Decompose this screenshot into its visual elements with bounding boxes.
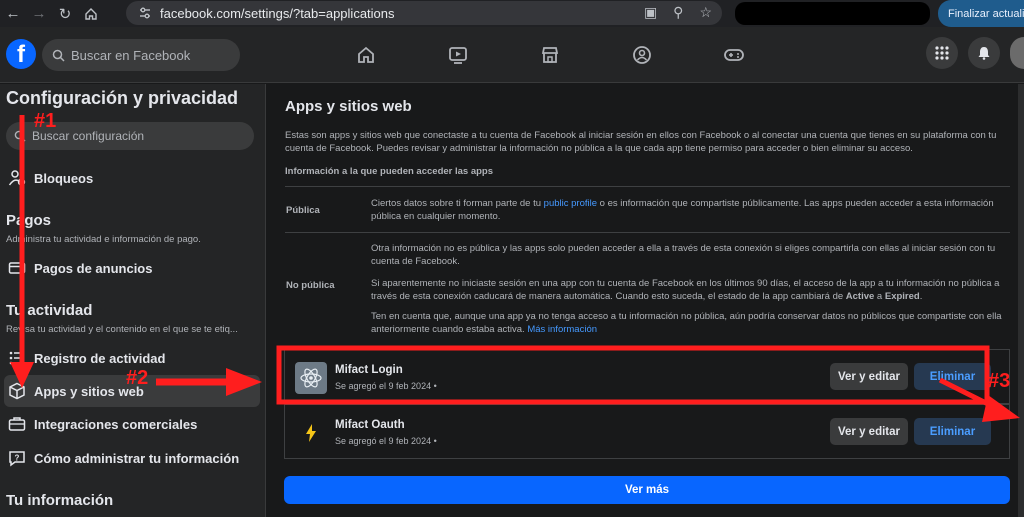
section-title: Apps y sitios web: [285, 98, 412, 115]
section-subtitle-actividad: Revisa tu actividad y el contenido en el…: [6, 324, 238, 335]
notifications-bell-icon[interactable]: [968, 37, 1000, 69]
bookmark-star-icon[interactable]: ☆: [699, 4, 712, 21]
browser-toolbar: ← → ↻ facebook.com/settings/?tab=applica…: [0, 0, 1024, 27]
zoom-icon[interactable]: ⚲: [673, 4, 683, 21]
divider: [285, 186, 1010, 187]
address-bar[interactable]: facebook.com/settings/?tab=applications …: [126, 1, 722, 25]
groups-nav-icon[interactable]: [596, 27, 688, 83]
sidebar-item-pagos-anuncios[interactable]: Pagos de anuncios: [4, 252, 260, 284]
gaming-nav-icon[interactable]: [688, 27, 780, 83]
sidebar-item-label: Cómo administrar tu información: [34, 450, 240, 466]
section-heading-actividad: Tu actividad: [6, 302, 93, 319]
sidebar-item-label: Bloqueos: [34, 170, 94, 186]
status-expired: Expired: [884, 291, 920, 302]
annotation-label-3: #3: [988, 370, 1011, 392]
video-nav-icon[interactable]: [412, 27, 504, 83]
main-nav: [320, 27, 780, 83]
facebook-logo[interactable]: f: [6, 39, 36, 69]
section-description: Estas son apps y sitios web que conectas…: [285, 130, 997, 154]
annotation-label-2: #2: [126, 367, 149, 389]
menu-grid-icon[interactable]: [926, 37, 958, 69]
main-content: Apps y sitios web Estas son apps y sitio…: [267, 84, 1024, 517]
app-date: Se agregó el 9 feb 2024 •: [335, 381, 437, 391]
remove-button[interactable]: Eliminar: [914, 418, 991, 445]
app-name: Mifact Oauth: [335, 419, 405, 431]
publica-label: Pública: [286, 205, 320, 216]
header-actions: [926, 37, 1024, 69]
no-publica-p1: Otra información no es pública y las app…: [371, 243, 996, 267]
home-nav-icon[interactable]: [320, 27, 412, 83]
svg-text:?: ?: [15, 454, 20, 463]
scrollbar[interactable]: [1018, 84, 1024, 517]
sidebar-item-label: Pagos de anuncios: [34, 260, 153, 276]
sidebar-item-como-administrar[interactable]: ? Cómo administrar tu información: [4, 442, 260, 474]
site-settings-icon[interactable]: [138, 6, 152, 20]
no-publica-p3: Ten en cuenta que, aunque una app ya no …: [371, 310, 1011, 336]
home-icon[interactable]: [78, 0, 104, 27]
mas-informacion-link[interactable]: Más información: [527, 324, 597, 335]
facebook-search-input[interactable]: Buscar en Facebook: [42, 39, 240, 71]
p2-end: .: [919, 291, 923, 302]
credit-card-icon: [6, 257, 28, 279]
publica-text-a: Ciertos datos sobre ti forman parte de t…: [371, 198, 544, 209]
lightning-app-icon: [295, 417, 327, 449]
status-active: Active: [845, 291, 875, 302]
update-button[interactable]: Finalizar actualiz: [938, 0, 1024, 27]
no-publica-p2: Si aparentemente no iniciaste sesión en …: [371, 277, 1011, 303]
settings-sidebar: Configuración y privacidad Buscar config…: [0, 84, 266, 517]
blocked-user-icon: [6, 167, 28, 189]
help-bubble-icon: ?: [6, 447, 28, 469]
reload-icon[interactable]: ↻: [52, 0, 78, 27]
publica-text: Ciertos datos sobre ti forman parte de t…: [371, 197, 1011, 223]
public-profile-link[interactable]: public profile: [544, 198, 597, 209]
p2-mid: a: [874, 291, 885, 302]
back-icon[interactable]: ←: [0, 0, 26, 27]
search-placeholder: Buscar en Facebook: [71, 47, 191, 63]
no-publica-label: No pública: [286, 280, 335, 291]
app-item-mifact-oauth: Mifact Oauth Se agregó el 9 feb 2024 • V…: [284, 404, 1010, 459]
remove-button[interactable]: Eliminar: [914, 363, 991, 390]
search-icon: [14, 130, 26, 142]
url-text: facebook.com/settings/?tab=applications: [160, 5, 395, 21]
app-name: Mifact Login: [335, 364, 403, 376]
briefcase-icon: [6, 413, 28, 435]
info-access-heading: Información a la que pueden acceder las …: [285, 166, 494, 177]
sidebar-item-label: Registro de actividad: [34, 350, 166, 366]
search-icon: [52, 49, 65, 62]
sidebar-item-label: Integraciones comerciales: [34, 416, 198, 432]
page-title: Configuración y privacidad: [6, 88, 239, 108]
install-app-icon[interactable]: ▣: [644, 4, 657, 21]
section-subtitle-pagos: Administra tu actividad e información de…: [6, 234, 201, 245]
annotation-label-1: #1: [34, 110, 57, 132]
forward-icon[interactable]: →: [26, 0, 52, 27]
activity-list-icon: [6, 347, 28, 369]
section-heading-pagos: Pagos: [6, 212, 52, 229]
facebook-header: f Buscar en Facebook: [0, 27, 1024, 83]
avatar[interactable]: [1010, 37, 1024, 69]
view-edit-button[interactable]: Ver y editar: [830, 418, 908, 445]
react-app-icon: [295, 362, 327, 394]
sidebar-item-integraciones[interactable]: Integraciones comerciales: [4, 408, 260, 440]
sidebar-item-bloqueos[interactable]: Bloqueos: [4, 162, 260, 194]
see-more-button[interactable]: Ver más: [284, 476, 1010, 504]
p3-text: Ten en cuenta que, aunque una app ya no …: [371, 311, 1002, 335]
cube-icon: [6, 380, 28, 402]
marketplace-nav-icon[interactable]: [504, 27, 596, 83]
app-item-mifact-login: Mifact Login Se agregó el 9 feb 2024 • V…: [284, 349, 1010, 404]
view-edit-button[interactable]: Ver y editar: [830, 363, 908, 390]
redacted-area: [735, 2, 930, 25]
app-date: Se agregó el 9 feb 2024 •: [335, 436, 437, 446]
section-heading-informacion: Tu información: [6, 492, 114, 509]
divider: [285, 232, 1010, 233]
